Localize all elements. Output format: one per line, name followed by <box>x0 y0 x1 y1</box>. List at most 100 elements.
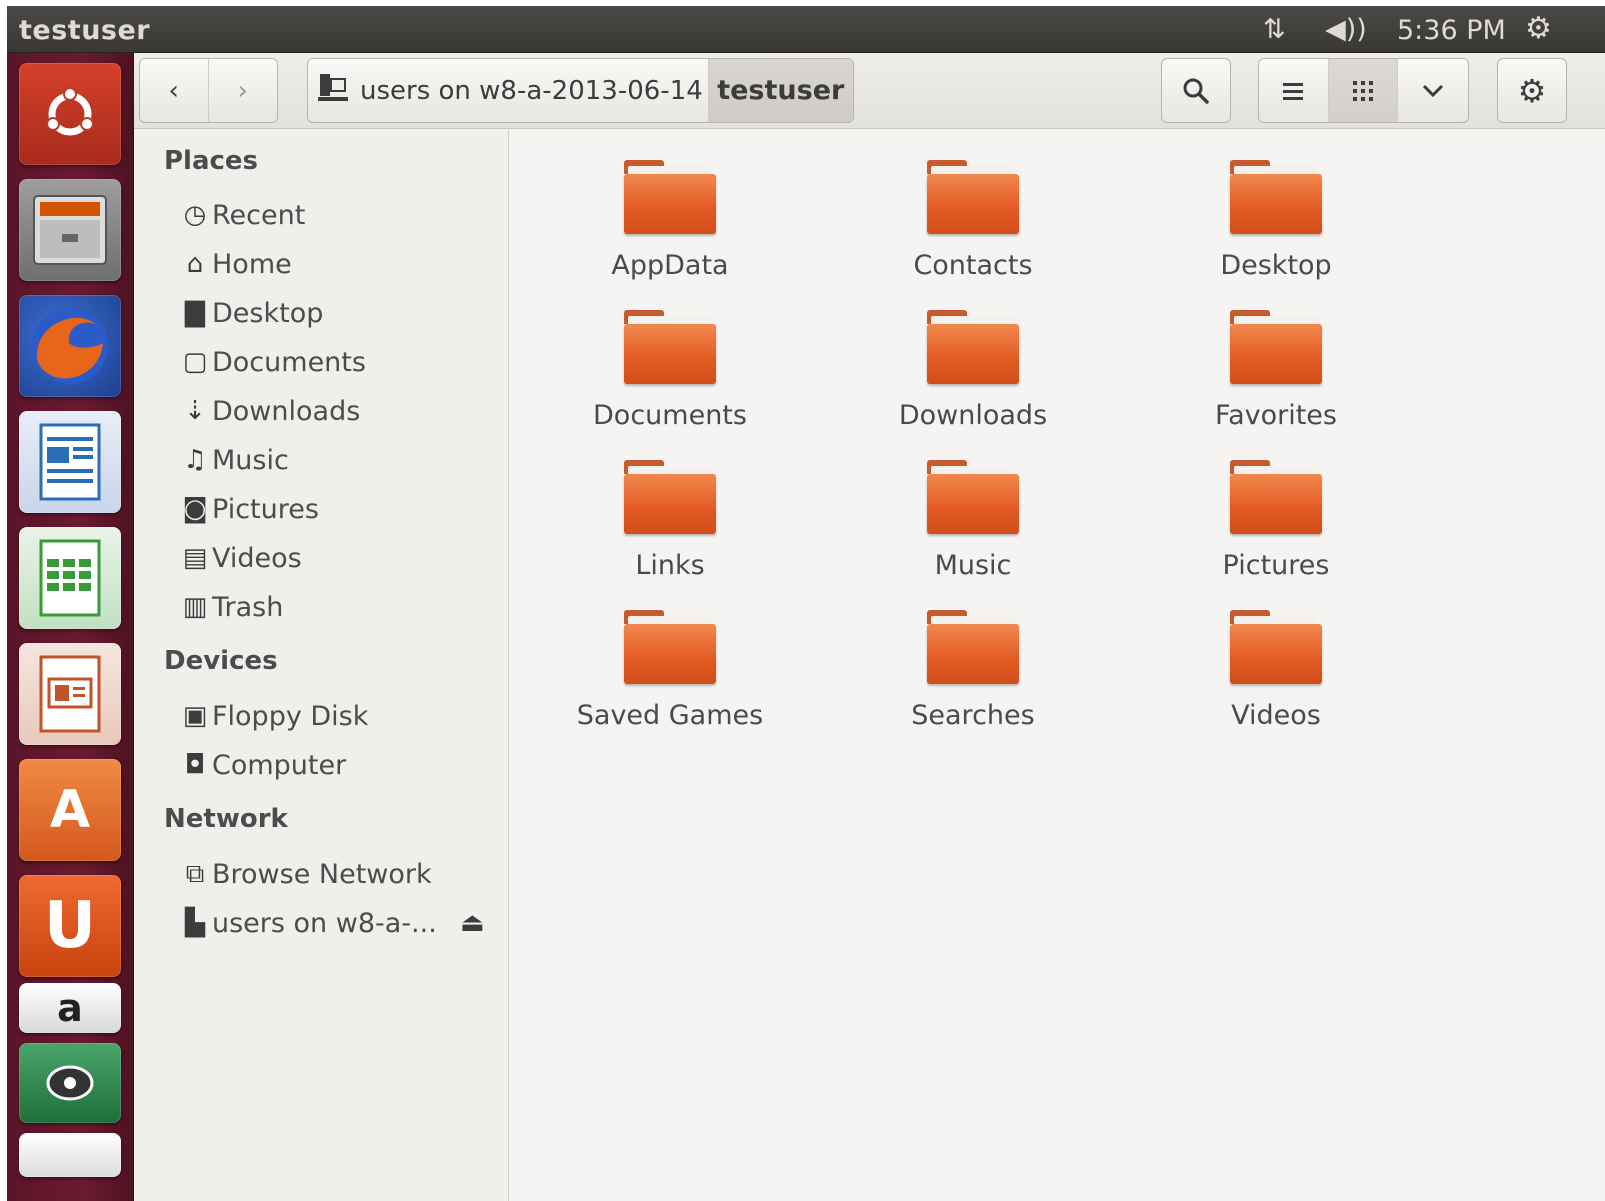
sidebar-item-recent[interactable]: ◷ Recent <box>178 195 306 235</box>
folder-item[interactable]: Documents <box>550 308 790 448</box>
folder-icon <box>927 160 1019 234</box>
document-icon: ▢ <box>182 347 208 377</box>
sidebar-item-label: Videos <box>212 542 302 574</box>
search-button-group <box>1161 58 1231 123</box>
sidebar-item-videos[interactable]: ▤ Videos <box>178 538 302 578</box>
launcher: A U a <box>7 53 134 1201</box>
forward-button[interactable]: › <box>209 59 278 122</box>
network-share-icon: ▙ <box>185 908 205 938</box>
sidebar-item-label: Floppy Disk <box>212 700 369 732</box>
volume-icon[interactable]: ◀)) <box>1325 14 1367 45</box>
folder-item[interactable]: Favorites <box>1156 308 1396 448</box>
sidebar: Places ◷ Recent ⌂ Home ▇ Desktop ▢ Docum… <box>134 130 509 1201</box>
launcher-item[interactable] <box>19 1133 121 1177</box>
network-icon: ⧉ <box>185 858 205 889</box>
folder-item[interactable]: Links <box>550 458 790 598</box>
gear-icon: ⚙ <box>1517 71 1547 110</box>
folder-item[interactable]: AppData <box>550 158 790 298</box>
sidebar-item-home[interactable]: ⌂ Home <box>178 244 292 284</box>
folder-icon <box>1230 310 1322 384</box>
shopping-bag-icon[interactable]: A <box>19 759 121 861</box>
folder-label: AppData <box>611 250 729 281</box>
folder-item[interactable]: Desktop <box>1156 158 1396 298</box>
grid-view-icon <box>1353 80 1373 101</box>
sidebar-item-pictures[interactable]: ◙ Pictures <box>178 489 319 529</box>
sidebar-item-trash[interactable]: ▥ Trash <box>178 587 284 627</box>
folder-label: Downloads <box>898 400 1048 431</box>
sidebar-item-label: Trash <box>212 591 284 623</box>
top-panel: testuser ⇅ ◀)) 5:36 PM ⚙ <box>7 6 1605 53</box>
view-buttons <box>1258 58 1469 123</box>
path-bar: users on w8-a-2013-06-14 testuser <box>307 58 854 123</box>
ubuntu-logo-icon[interactable] <box>19 63 121 165</box>
eject-icon[interactable]: ⏏ <box>460 908 485 938</box>
writer-icon[interactable] <box>19 411 121 513</box>
sidebar-item-browse-network[interactable]: ⧉ Browse Network <box>178 854 432 894</box>
search-button[interactable] <box>1162 59 1230 122</box>
path-segment-testuser[interactable]: testuser <box>708 59 853 122</box>
folder-grid: AppData Contacts Desktop Documents Downl… <box>510 130 1605 1201</box>
sidebar-item-downloads[interactable]: ⇣ Downloads <box>178 391 360 431</box>
sidebar-item-music[interactable]: ♫ Music <box>178 440 289 480</box>
folder-icon <box>1230 610 1322 684</box>
ubuntu-one-icon[interactable]: U <box>19 875 121 977</box>
firefox-icon[interactable] <box>19 295 121 397</box>
folder-label: Desktop <box>1220 250 1332 281</box>
sidebar-item-label: Home <box>212 248 292 280</box>
sidebar-item-label: Pictures <box>212 493 319 525</box>
sidebar-item-documents[interactable]: ▢ Documents <box>178 342 366 382</box>
list-view-button[interactable] <box>1259 59 1329 122</box>
sidebar-item-desktop[interactable]: ▇ Desktop <box>178 293 323 333</box>
folder-item[interactable]: Contacts <box>853 158 1093 298</box>
download-icon: ⇣ <box>184 396 206 426</box>
view-menu-button[interactable] <box>1398 59 1468 122</box>
folder-icon <box>927 610 1019 684</box>
folder-icon <box>927 460 1019 534</box>
network-arrows-icon[interactable]: ⇅ <box>1263 14 1286 45</box>
folder-item[interactable]: Saved Games <box>550 608 790 748</box>
folder-icon <box>624 310 716 384</box>
folder-label: Favorites <box>1215 400 1337 431</box>
active-window-title: testuser <box>19 15 151 46</box>
file-cabinet-icon[interactable] <box>19 179 121 281</box>
sidebar-item-network-share[interactable]: ▙ users on w8-a-... <box>178 903 437 943</box>
folder-label: Contacts <box>913 250 1033 281</box>
session-gear-icon[interactable]: ⚙ <box>1525 11 1552 46</box>
folder-item[interactable]: Music <box>853 458 1093 598</box>
clock[interactable]: 5:36 PM <box>1397 15 1506 46</box>
network-share-icon <box>318 72 348 109</box>
places-heading: Places <box>164 146 259 176</box>
folder-item[interactable]: Pictures <box>1156 458 1396 598</box>
network-heading: Network <box>164 804 288 834</box>
folder-label: Music <box>934 550 1012 581</box>
folder-label: Documents <box>593 400 747 431</box>
navigation-buttons: ‹ › <box>139 58 278 123</box>
path-segment-label: users on w8-a-2013-06-14 <box>360 75 703 106</box>
sidebar-item-label: Recent <box>212 199 306 231</box>
sidebar-item-computer[interactable]: ◘ Computer <box>178 745 347 785</box>
floppy-icon: ▣ <box>182 701 208 731</box>
camera-icon: ◙ <box>182 494 208 524</box>
sidebar-item-label: Music <box>212 444 289 476</box>
folder-label: Pictures <box>1222 550 1330 581</box>
toolbar: ‹ › users on w8-a-2013-06-14 testuser ⚙ <box>134 53 1605 129</box>
settings-button[interactable]: ⚙ <box>1498 59 1566 122</box>
grid-view-button[interactable] <box>1328 59 1399 122</box>
calc-icon[interactable] <box>19 527 121 629</box>
music-icon: ♫ <box>183 445 207 475</box>
home-icon: ⌂ <box>186 249 204 279</box>
folder-item[interactable]: Downloads <box>853 308 1093 448</box>
folder-icon <box>1230 160 1322 234</box>
back-button[interactable]: ‹ <box>140 59 209 122</box>
folder-label: Searches <box>911 700 1035 731</box>
amazon-icon[interactable]: a <box>19 983 121 1033</box>
list-view-icon <box>1283 82 1304 100</box>
folder-item[interactable]: Searches <box>853 608 1093 748</box>
game-icon[interactable] <box>19 1043 121 1123</box>
impress-icon[interactable] <box>19 643 121 745</box>
computer-icon: ◘ <box>184 750 206 780</box>
sidebar-item-floppy-disk[interactable]: ▣ Floppy Disk <box>178 696 369 736</box>
folder-item[interactable]: Videos <box>1156 608 1396 748</box>
path-segment-share[interactable]: users on w8-a-2013-06-14 <box>308 59 709 122</box>
folder-icon <box>624 610 716 684</box>
